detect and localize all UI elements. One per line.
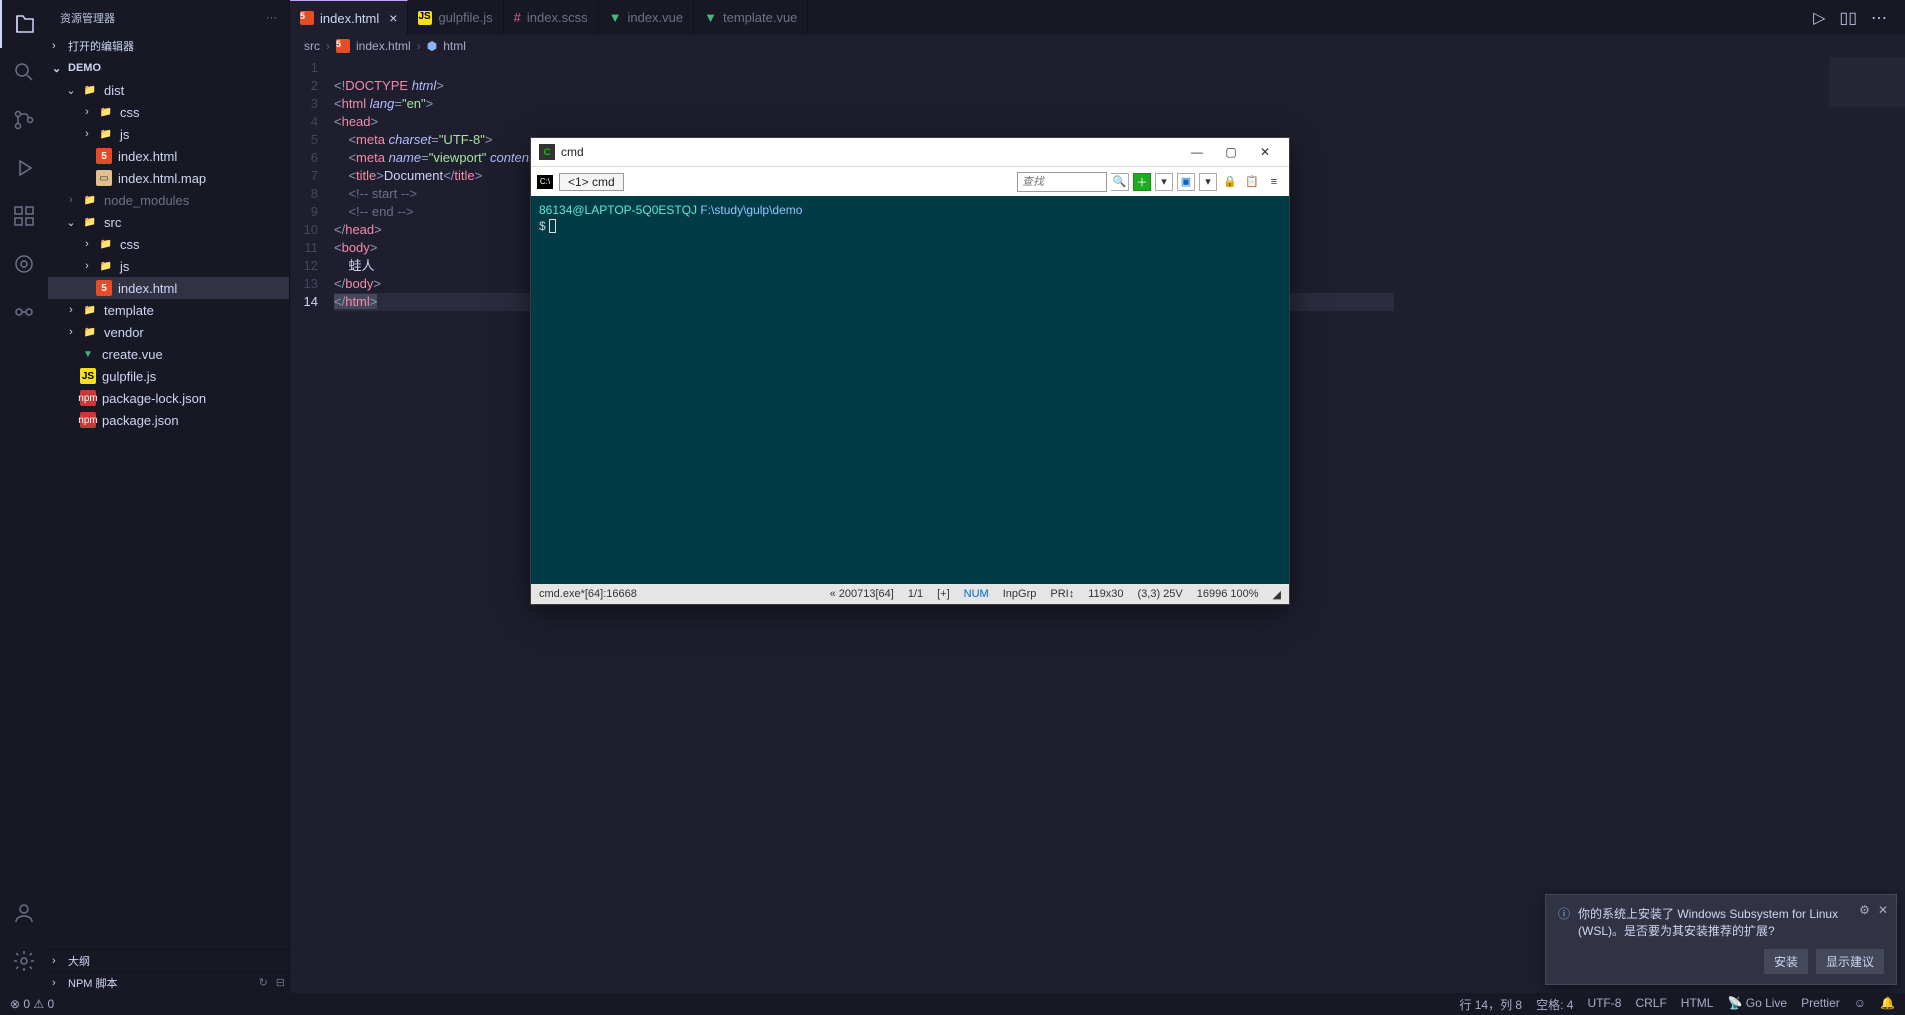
terminal-tab[interactable]: <1> cmd	[559, 173, 624, 191]
breadcrumb-item[interactable]: index.html	[356, 39, 411, 53]
status-bar: ⊗ 0 ⚠ 0 行 14，列 8 空格: 4 UTF-8 CRLF HTML 📡…	[0, 993, 1905, 1015]
notification-toast: ⚙ ✕ ⓘ 你的系统上安装了 Windows Subsystem for Lin…	[1545, 894, 1897, 985]
line-numbers: 1234567891011121314	[290, 59, 330, 311]
status-golive[interactable]: 📡 Go Live	[1727, 996, 1787, 1013]
folder-node-modules[interactable]: ›📁node_modules	[48, 189, 289, 211]
breadcrumb-item[interactable]: src	[304, 39, 320, 53]
status-language[interactable]: HTML	[1681, 996, 1714, 1013]
tab-gulpfile[interactable]: JSgulpfile.js	[408, 0, 503, 35]
status-bell-icon[interactable]: 🔔	[1880, 996, 1895, 1013]
file-gulpfile[interactable]: JSgulpfile.js	[48, 365, 289, 387]
run-icon[interactable]: ▷	[1813, 8, 1825, 28]
remote-icon[interactable]	[0, 288, 48, 336]
search-go-icon[interactable]: 🔍	[1111, 173, 1129, 191]
file-src-index[interactable]: 5index.html	[48, 277, 289, 299]
copy-icon[interactable]: 📋	[1243, 173, 1261, 191]
folder-vendor[interactable]: ›📁vendor	[48, 321, 289, 343]
file-tree: ⌄📁dist ›📁css ›📁js 5index.html ▭index.htm…	[48, 79, 289, 431]
file-pkg[interactable]: npmpackage.json	[48, 409, 289, 431]
search-icon[interactable]	[0, 48, 48, 96]
resize-grip-icon[interactable]: ◢	[1273, 588, 1281, 601]
cmd-icon: C:\	[537, 175, 553, 189]
account-icon[interactable]	[0, 889, 48, 937]
outline-header[interactable]: ›大纲	[48, 949, 289, 971]
show-suggestions-button[interactable]: 显示建议	[1816, 949, 1884, 974]
activity-bar	[0, 0, 48, 1015]
close-button[interactable]: ✕	[1249, 142, 1281, 162]
lock-icon[interactable]: 🔒	[1221, 173, 1239, 191]
terminal-body[interactable]: 86134@LAPTOP-5Q0ESTQJ F:\study\gulp\demo…	[531, 196, 1289, 584]
dropdown-button[interactable]: ▾	[1155, 173, 1173, 191]
sidebar-title: 资源管理器	[60, 10, 115, 26]
file-pkg-lock[interactable]: npmpackage-lock.json	[48, 387, 289, 409]
folder-dist-css[interactable]: ›📁css	[48, 101, 289, 123]
file-dist-index[interactable]: 5index.html	[48, 145, 289, 167]
file-create-vue[interactable]: ▼create.vue	[48, 343, 289, 365]
folder-dist-js[interactable]: ›📁js	[48, 123, 289, 145]
folder-src[interactable]: ⌄📁src	[48, 211, 289, 233]
terminal-title: cmd	[561, 145, 584, 159]
layout-dropdown[interactable]: ▾	[1199, 173, 1217, 191]
info-icon: ⓘ	[1558, 905, 1570, 939]
terminal-titlebar[interactable]: C cmd ― ▢ ✕	[531, 138, 1289, 166]
layout-button[interactable]: ▣	[1177, 173, 1195, 191]
folder-template[interactable]: ›📁template	[48, 299, 289, 321]
status-encoding[interactable]: UTF-8	[1587, 996, 1621, 1013]
breadcrumb-item[interactable]: html	[443, 39, 466, 53]
status-errors[interactable]: ⊗ 0 ⚠ 0	[10, 997, 54, 1011]
status-spaces[interactable]: 空格: 4	[1536, 996, 1573, 1013]
toast-message: 你的系统上安装了 Windows Subsystem for Linux (WS…	[1578, 905, 1884, 939]
terminal-cursor	[549, 219, 556, 233]
tab-template-vue[interactable]: ▼template.vue	[694, 0, 808, 35]
status-eol[interactable]: CRLF	[1635, 996, 1666, 1013]
refresh-icon[interactable]: ↻	[259, 976, 268, 989]
collapse-icon[interactable]: ⊟	[276, 976, 285, 989]
status-lncol[interactable]: 行 14，列 8	[1459, 996, 1522, 1013]
sidebar-header: 资源管理器 ⋯	[48, 0, 289, 35]
tab-index-scss[interactable]: #index.scss	[504, 0, 599, 35]
project-header[interactable]: ⌄DEMO	[48, 57, 289, 79]
status-feedback-icon[interactable]: ☺	[1854, 996, 1866, 1013]
tab-index-vue[interactable]: ▼index.vue	[599, 0, 695, 35]
menu-icon[interactable]: ≡	[1265, 173, 1283, 191]
terminal-window: C cmd ― ▢ ✕ C:\ <1> cmd 🔍 ＋ ▾ ▣ ▾ 🔒 📋 ≡ …	[530, 137, 1290, 605]
gear-icon[interactable]: ⚙	[1859, 903, 1870, 917]
source-control-icon[interactable]	[0, 96, 48, 144]
more-icon[interactable]: ⋯	[266, 11, 277, 24]
tabs-bar: 5index.html× JSgulpfile.js #index.scss ▼…	[290, 0, 1905, 35]
minimize-button[interactable]: ―	[1181, 142, 1213, 162]
folder-src-js[interactable]: ›📁js	[48, 255, 289, 277]
maximize-button[interactable]: ▢	[1215, 142, 1247, 162]
explorer-icon[interactable]	[0, 0, 48, 48]
minimap[interactable]	[1829, 57, 1905, 107]
breadcrumb: src› 5index.html› ⬢html	[290, 35, 1905, 57]
open-editors-header[interactable]: ›打开的编辑器	[48, 35, 289, 57]
new-tab-button[interactable]: ＋	[1133, 173, 1151, 191]
folder-src-css[interactable]: ›📁css	[48, 233, 289, 255]
split-icon[interactable]: ▯▯	[1839, 8, 1857, 28]
sidebar: 资源管理器 ⋯ ›打开的编辑器 ⌄DEMO ⌄📁dist ›📁css ›📁js …	[48, 0, 290, 1015]
npm-scripts-header[interactable]: ›NPM 脚本 ↻⊟	[48, 971, 289, 993]
terminal-app-icon: C	[539, 144, 555, 160]
extensions-icon[interactable]	[0, 192, 48, 240]
folder-dist[interactable]: ⌄📁dist	[48, 79, 289, 101]
install-button[interactable]: 安装	[1764, 949, 1808, 974]
settings-icon[interactable]	[0, 937, 48, 985]
more-actions-icon[interactable]: ⋯	[1871, 8, 1887, 28]
close-icon[interactable]: ×	[389, 10, 397, 26]
tab-index-html[interactable]: 5index.html×	[290, 0, 408, 35]
terminal-toolbar: C:\ <1> cmd 🔍 ＋ ▾ ▣ ▾ 🔒 📋 ≡	[531, 166, 1289, 196]
target-icon[interactable]	[0, 240, 48, 288]
status-prettier[interactable]: Prettier	[1801, 996, 1840, 1013]
terminal-statusbar: cmd.exe*[64]:16668 « 200713[64] 1/1 [+] …	[531, 584, 1289, 604]
debug-icon[interactable]	[0, 144, 48, 192]
file-dist-index-map[interactable]: ▭index.html.map	[48, 167, 289, 189]
terminal-search-input[interactable]	[1017, 172, 1107, 192]
close-toast-icon[interactable]: ✕	[1878, 903, 1888, 917]
